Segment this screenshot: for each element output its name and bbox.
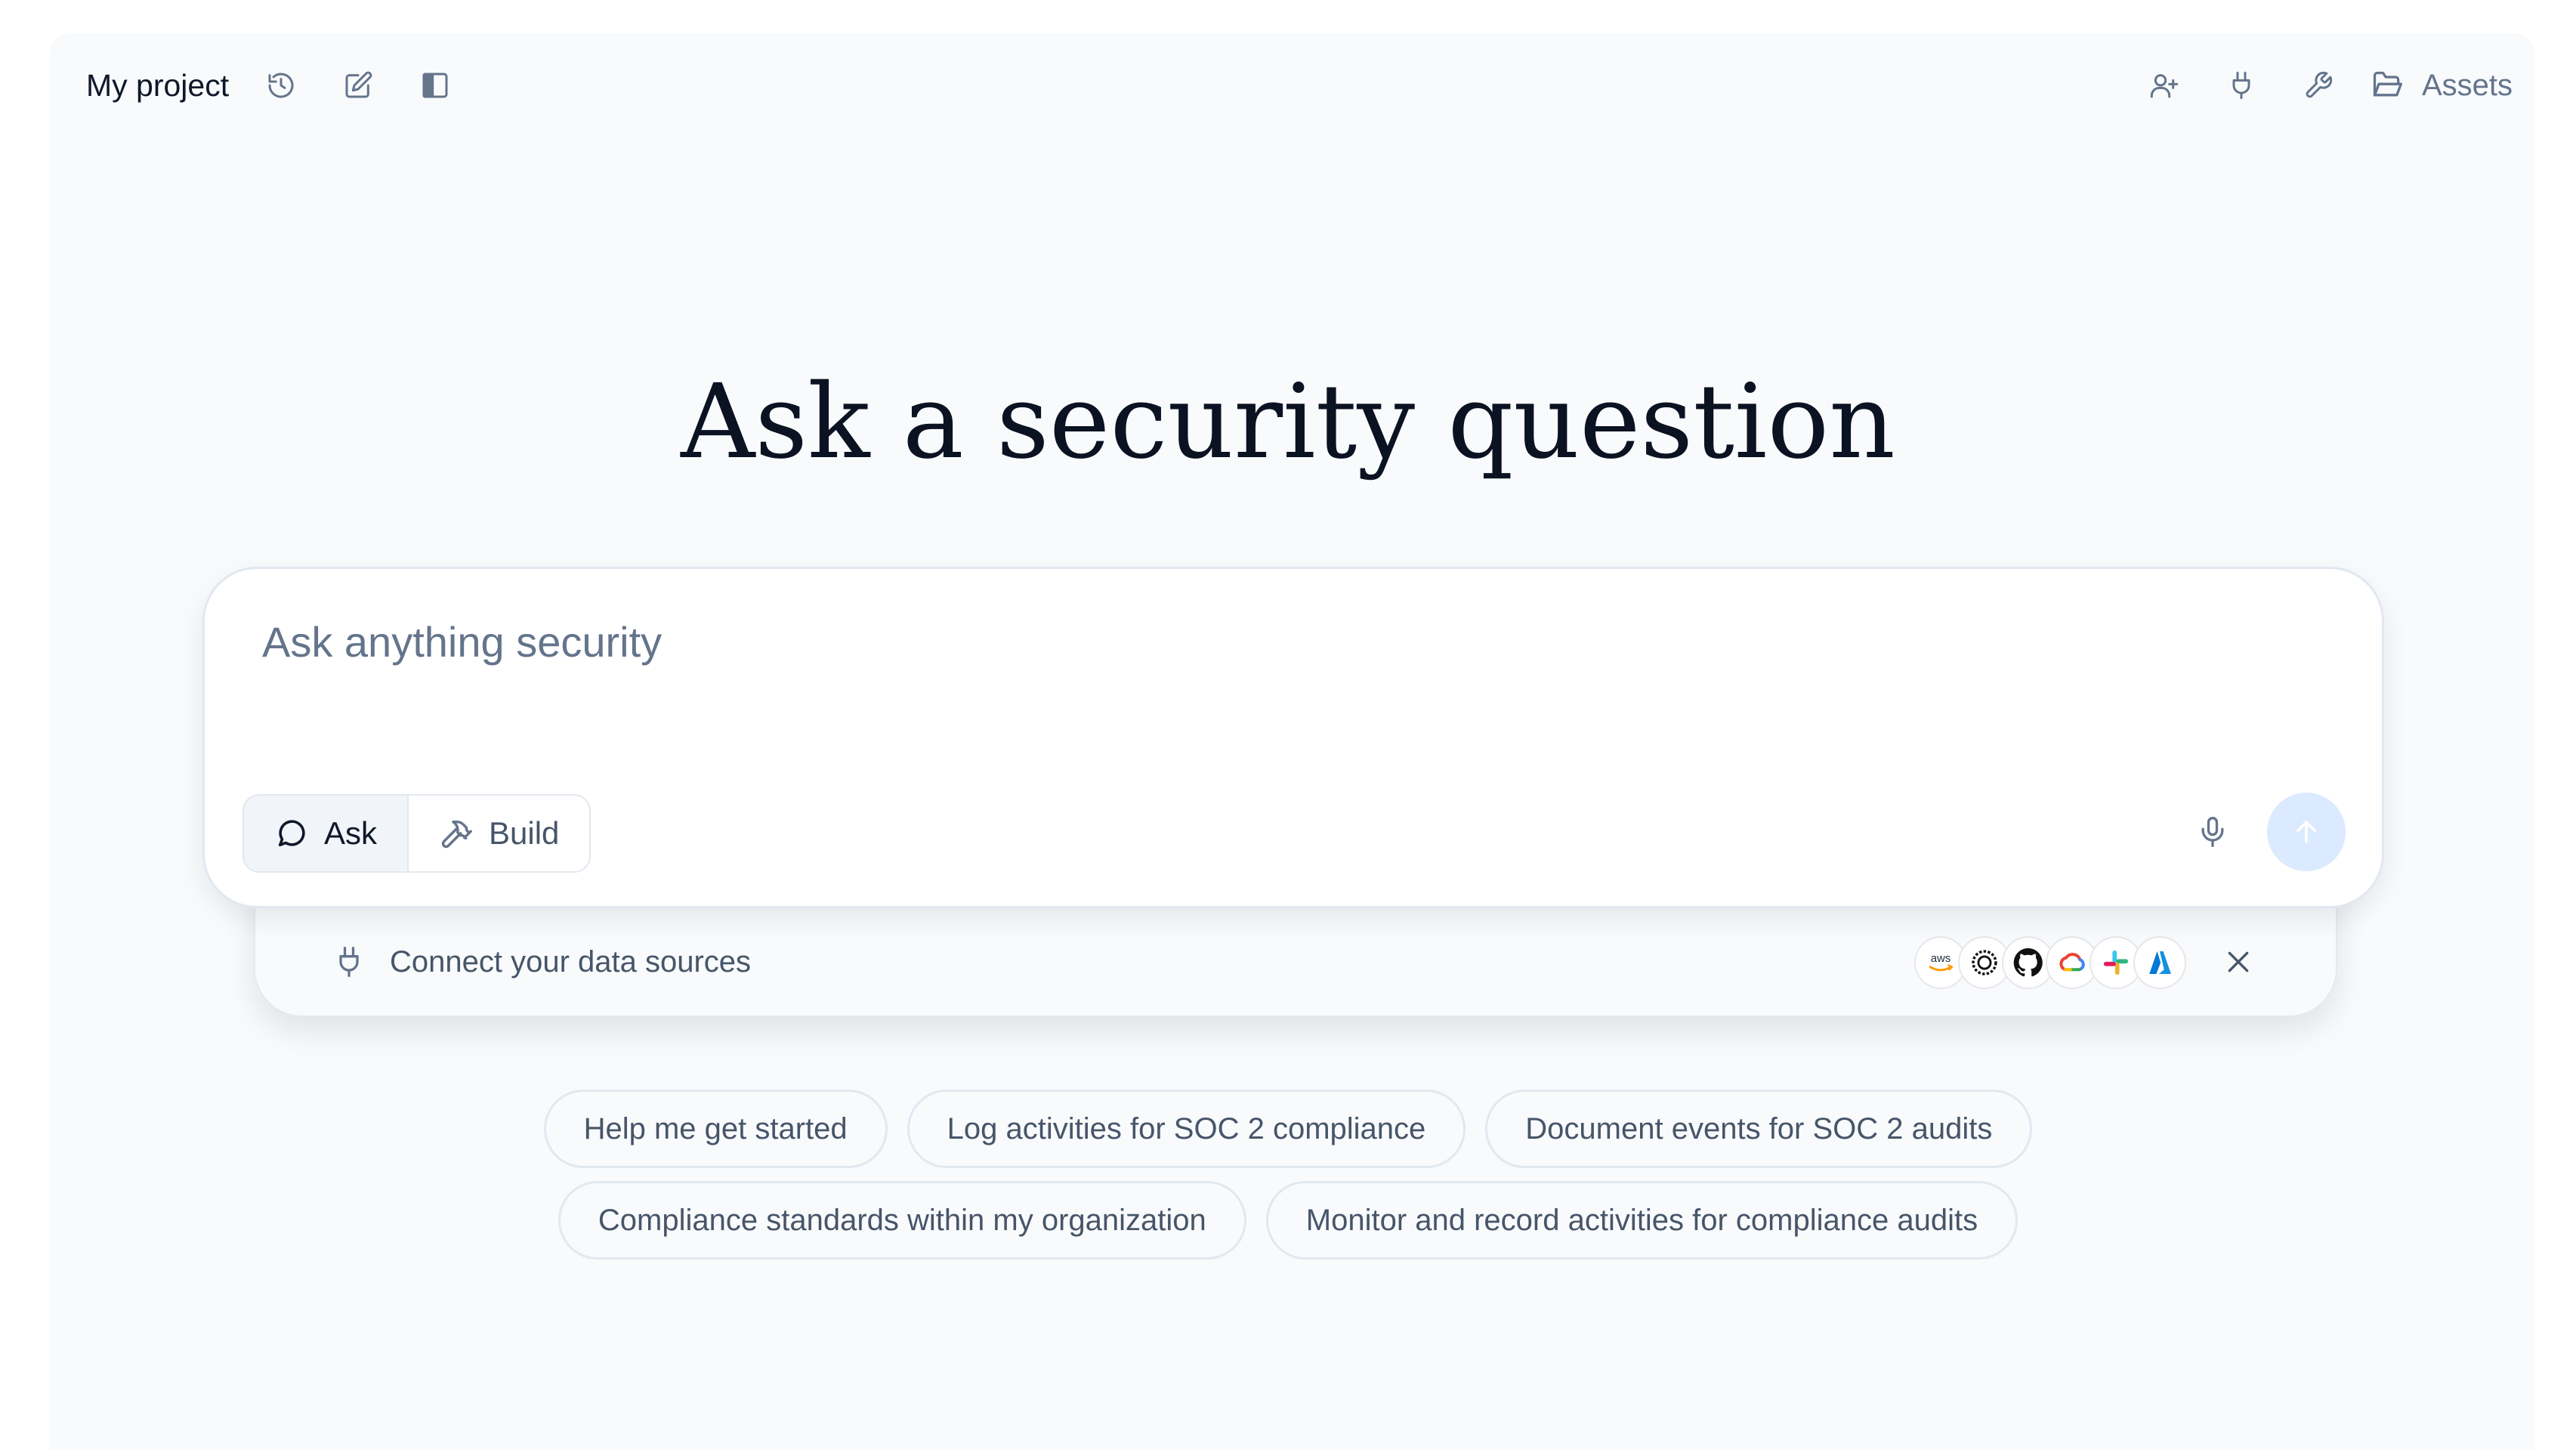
arrow-up-icon — [2296, 821, 2316, 843]
add-user-icon[interactable] — [2139, 60, 2189, 110]
query-input[interactable] — [262, 611, 2226, 672]
project-title[interactable]: My project — [86, 68, 229, 104]
plug-icon[interactable] — [2216, 60, 2266, 110]
assets-label: Assets — [2421, 68, 2513, 102]
chat-bubble-icon — [278, 820, 305, 847]
close-connect-banner-button[interactable] — [2213, 937, 2263, 987]
suggestion-chip[interactable]: Document events for SOC 2 audits — [1485, 1090, 2033, 1168]
azure-logo-icon — [2133, 936, 2186, 989]
connect-data-sources-link[interactable]: Connect your data sources — [332, 937, 751, 987]
svg-text:aws: aws — [1931, 952, 1951, 965]
ask-mode-button[interactable]: Ask — [244, 796, 409, 871]
sidebar-toggle-icon[interactable] — [410, 60, 460, 110]
send-button[interactable] — [2267, 793, 2346, 871]
suggestion-chip[interactable]: Monitor and record activities for compli… — [1265, 1181, 2018, 1260]
topbar-left: My project — [86, 60, 487, 110]
folder-open-icon — [2373, 71, 2402, 97]
plug-icon — [339, 947, 359, 977]
microphone-icon — [2201, 817, 2224, 847]
suggestion-chip[interactable]: Help me get started — [543, 1090, 888, 1168]
mode-toggle: Ask Build — [242, 794, 591, 873]
microphone-button[interactable] — [2184, 803, 2241, 861]
close-icon — [2228, 951, 2249, 972]
ask-mode-label: Ask — [324, 815, 378, 851]
page-title: Ask a security question — [681, 363, 1895, 482]
suggestion-chip[interactable]: Log activities for SOC 2 compliance — [907, 1090, 1466, 1168]
build-mode-button[interactable]: Build — [409, 796, 589, 871]
build-mode-label: Build — [489, 815, 560, 851]
topbar-right: Assets — [2139, 60, 2513, 110]
history-icon[interactable] — [256, 60, 306, 110]
wrench-icon[interactable] — [2293, 60, 2343, 110]
integration-logos[interactable]: aws — [1914, 935, 2186, 990]
suggestions-row-2: Compliance standards within my organizat… — [0, 1181, 2576, 1260]
edit-icon[interactable] — [333, 60, 383, 110]
assets-button[interactable]: Assets — [2371, 69, 2513, 103]
query-composer: Ask Build — [202, 567, 2384, 908]
connect-data-sources-label: Connect your data sources — [390, 945, 752, 979]
suggestions-row-1: Help me get started Log activities for S… — [0, 1090, 2576, 1168]
hammer-icon — [441, 820, 472, 849]
suggestion-chip[interactable]: Compliance standards within my organizat… — [558, 1181, 1246, 1260]
